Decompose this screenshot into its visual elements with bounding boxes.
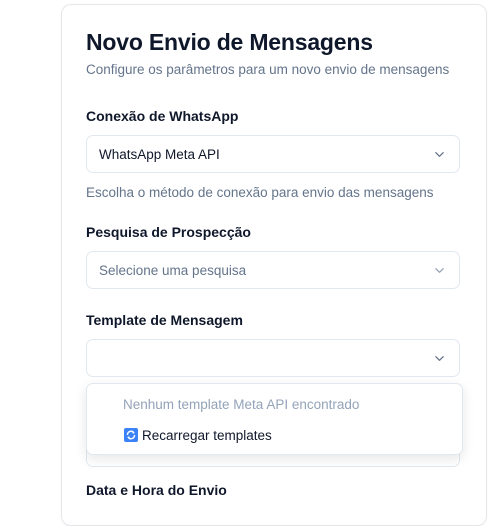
chevron-down-icon (435, 152, 444, 157)
reload-templates-label: Recarregar templates (142, 428, 272, 443)
connection-helper-text: Escolha o método de conexão para envio d… (86, 185, 434, 200)
connection-select[interactable]: WhatsApp Meta API (86, 135, 460, 173)
page-title: Novo Envio de Mensagens (86, 29, 373, 55)
survey-label: Pesquisa de Prospecção (86, 224, 251, 240)
chevron-down-icon (435, 268, 444, 273)
refresh-icon (124, 428, 138, 442)
reload-templates-button[interactable]: Recarregar templates (124, 428, 272, 443)
template-dropdown: Nenhum template Meta API encontrado Reca… (86, 383, 463, 455)
survey-select[interactable]: Selecione uma pesquisa (86, 251, 460, 289)
connection-select-value: WhatsApp Meta API (99, 147, 220, 162)
connection-label: Conexão de WhatsApp (86, 108, 239, 124)
schedule-label: Data e Hora do Envio (86, 482, 227, 498)
template-label: Template de Mensagem (86, 312, 243, 328)
survey-select-placeholder: Selecione uma pesquisa (99, 263, 247, 278)
template-select[interactable] (86, 339, 460, 377)
chevron-down-icon (435, 356, 444, 361)
no-templates-message: Nenhum template Meta API encontrado (123, 397, 360, 412)
page-subtitle: Configure os parâmetros para um novo env… (86, 62, 450, 77)
